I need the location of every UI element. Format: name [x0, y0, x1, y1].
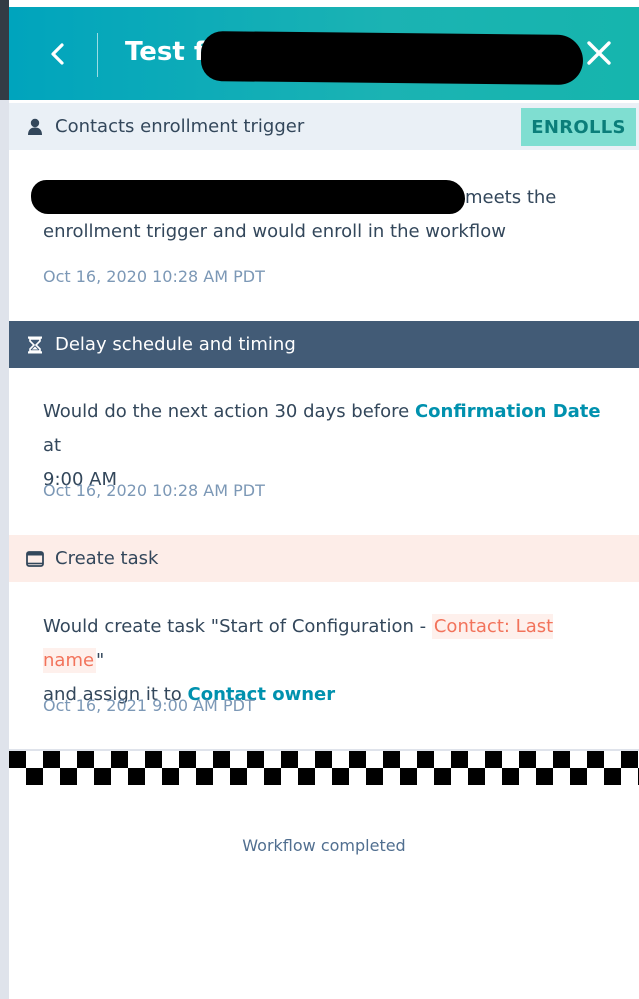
panel-header: Test fo	[9, 7, 639, 100]
task-quote-close: "	[96, 650, 105, 671]
workflow-test-panel: Test fo Contacts enrollment trigger ENRO…	[9, 0, 639, 999]
redaction-mark	[200, 31, 584, 85]
task-text-prefix: Would create task "Start of Configuratio…	[43, 616, 427, 637]
person-icon	[25, 117, 45, 137]
checkered-finish-line	[9, 751, 639, 785]
section-header-delay: Delay schedule and timing	[9, 321, 639, 368]
redaction-mark	[31, 180, 465, 214]
delay-text-mid: at	[43, 435, 62, 456]
confirmation-date-property[interactable]: Confirmation Date	[415, 401, 601, 422]
section-label: Delay schedule and timing	[55, 334, 296, 355]
task-timestamp: Oct 16, 2021 9:00 AM PDT	[43, 696, 255, 715]
delay-text-prefix: Would do the next action 30 days before	[43, 401, 410, 422]
workflow-status: Workflow completed	[242, 836, 406, 855]
header-divider	[97, 33, 98, 77]
hourglass-icon	[25, 335, 45, 355]
section-header-trigger: Contacts enrollment trigger ENROLLS	[9, 103, 639, 150]
task-icon	[25, 549, 45, 569]
left-rail-top	[0, 0, 9, 100]
chevron-left-icon	[51, 43, 64, 65]
section-label: Contacts enrollment trigger	[55, 116, 305, 137]
enrolls-badge: ENROLLS	[521, 108, 636, 146]
close-button[interactable]	[583, 37, 615, 69]
close-icon	[587, 41, 611, 65]
section-label: Create task	[55, 548, 159, 569]
left-rail	[0, 0, 9, 999]
trigger-timestamp: Oct 16, 2020 10:28 AM PDT	[43, 267, 265, 286]
section-header-task: Create task	[9, 535, 639, 582]
trigger-text-suffix: meets the	[465, 187, 557, 208]
trigger-text: enrollment trigger and would enroll in t…	[43, 221, 506, 242]
back-button[interactable]	[43, 37, 73, 71]
delay-timestamp: Oct 16, 2020 10:28 AM PDT	[43, 481, 265, 500]
